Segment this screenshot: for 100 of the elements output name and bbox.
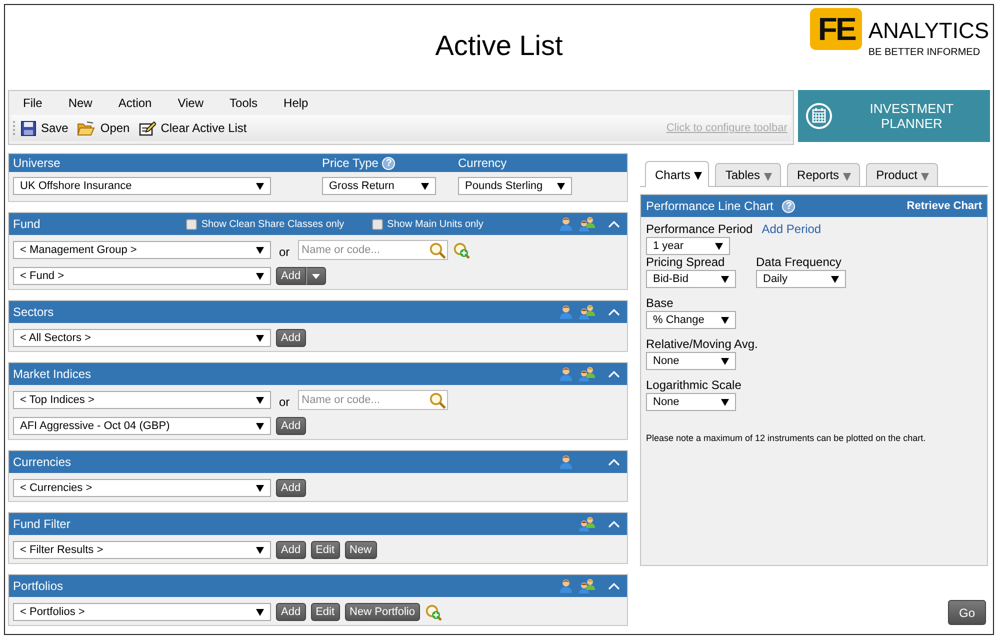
caret-icon (721, 398, 729, 406)
retrieve-chart-link[interactable]: Retrieve Chart (906, 200, 982, 212)
note-text: Please note a maximum of 12 instruments can be plotted on the chart. (646, 433, 927, 443)
caret-icon (557, 182, 565, 190)
person-icon[interactable] (558, 454, 574, 470)
caret-icon (256, 608, 264, 616)
panel-title: Fund (13, 217, 42, 231)
person-icon[interactable] (558, 578, 574, 594)
action-button[interactable]: Edit (310, 541, 340, 559)
panel-title: Performance Line Chart (646, 199, 774, 213)
caret-icon (256, 272, 264, 280)
tab[interactable]: Reports (787, 163, 860, 186)
dropdown[interactable]: None (646, 352, 736, 370)
menu-item[interactable]: Action (105, 96, 165, 110)
notepad-pencil-icon (138, 120, 156, 136)
field-label: Universe (13, 156, 60, 170)
menu-item[interactable]: File (10, 96, 56, 110)
action-button[interactable]: Add (276, 479, 306, 497)
collapse-icon[interactable] (608, 370, 620, 378)
caret-icon (256, 546, 264, 554)
dropdown[interactable]: % Change (646, 311, 736, 329)
menu-item[interactable]: Tools (216, 96, 271, 110)
dropdown[interactable]: < Fund > (13, 267, 271, 285)
caret-icon (843, 172, 852, 180)
tab[interactable]: Charts (645, 161, 710, 187)
toolbar-button[interactable]: Open (77, 120, 130, 136)
people-icon[interactable] (578, 516, 596, 532)
people-icon[interactable] (578, 216, 596, 232)
people-icon[interactable] (578, 578, 596, 594)
collapse-icon[interactable] (608, 520, 620, 528)
logo-name: ANALYTICS (868, 18, 989, 44)
checkbox-label: Show Clean Share Classes only (201, 218, 344, 230)
logo-mark: FE (810, 8, 862, 50)
panel-title: Fund Filter (13, 517, 72, 531)
panel-title: Currencies (13, 455, 72, 469)
menu-item[interactable]: View (164, 96, 217, 110)
checkbox[interactable] (372, 218, 384, 230)
dropdown[interactable]: 1 year (646, 237, 730, 255)
caret-icon (256, 334, 264, 342)
caret-icon (721, 358, 729, 364)
dropdown[interactable]: < Top Indices > (13, 391, 271, 409)
action-button[interactable]: New Portfolio (344, 603, 420, 621)
person-icon[interactable] (558, 216, 574, 232)
dropdown[interactable]: < Management Group > (13, 241, 271, 259)
add-search-icon[interactable] (452, 242, 470, 258)
dropdown[interactable]: AFI Aggressive - Oct 04 (GBP) (13, 417, 271, 435)
collapse-icon[interactable] (608, 582, 620, 590)
field-label: Price Type (322, 156, 378, 170)
person-icon[interactable] (558, 366, 574, 382)
search-field[interactable]: Name or code... (298, 390, 448, 410)
search-field[interactable]: Name or code... (298, 240, 448, 260)
dropdown[interactable]: Bid-Bid (646, 270, 736, 288)
add-search-icon[interactable] (424, 604, 442, 620)
caret-icon (256, 182, 264, 190)
menu-item[interactable]: New (55, 96, 106, 110)
tab[interactable]: Tables (715, 163, 782, 186)
caret-icon (256, 484, 264, 492)
field-label: Currency (458, 156, 507, 170)
add-button[interactable]: Add (276, 267, 306, 285)
or-label: or (279, 394, 290, 409)
dropdown[interactable]: < Filter Results > (13, 541, 271, 559)
dropdown[interactable]: Gross Return (322, 177, 436, 195)
add-period-link[interactable]: Add Period (762, 222, 822, 236)
person-icon[interactable] (558, 304, 574, 320)
action-button[interactable]: New (344, 541, 377, 559)
caret-icon (831, 276, 839, 282)
panel-title: Portfolios (13, 579, 64, 593)
dropdown[interactable]: < All Sectors > (13, 329, 271, 347)
dropdown-toggle-button[interactable] (306, 267, 326, 285)
action-button[interactable]: Edit (310, 603, 340, 621)
panel-title: Market Indices (13, 367, 92, 381)
collapse-icon[interactable] (608, 458, 620, 466)
action-button[interactable]: Add (276, 541, 306, 559)
dropdown[interactable]: < Portfolios > (13, 603, 271, 621)
dropdown[interactable]: None (646, 393, 736, 411)
dropdown[interactable]: Daily (756, 270, 846, 288)
people-icon[interactable] (578, 304, 596, 320)
action-button[interactable]: Add (276, 417, 306, 435)
action-button[interactable]: Add (276, 329, 306, 347)
toolbar-button[interactable]: Save (21, 120, 68, 136)
folder-icon (77, 120, 96, 136)
people-icon[interactable] (578, 366, 596, 382)
checkbox-label: Show Main Units only (387, 218, 484, 230)
tab[interactable]: Product (866, 163, 938, 186)
toolbar-button[interactable]: Clear Active List (138, 120, 247, 136)
menu-item[interactable]: Help (270, 96, 322, 110)
search-icon (428, 242, 446, 258)
search-icon (428, 392, 446, 408)
dropdown[interactable]: < Currencies > (13, 479, 271, 497)
checkbox[interactable] (186, 218, 198, 230)
action-button[interactable]: Add (276, 603, 306, 621)
caret-icon (721, 276, 729, 282)
dropdown[interactable]: UK Offshore Insurance (13, 177, 271, 195)
collapse-icon[interactable] (608, 220, 620, 228)
caret-icon (256, 422, 264, 430)
go-button[interactable]: Go (948, 600, 986, 625)
investment-planner-button[interactable]: INVESTMENT PLANNER (798, 90, 990, 142)
collapse-icon[interactable] (608, 308, 620, 316)
dropdown[interactable]: Pounds Sterling (458, 177, 572, 195)
caret-icon (764, 172, 772, 180)
